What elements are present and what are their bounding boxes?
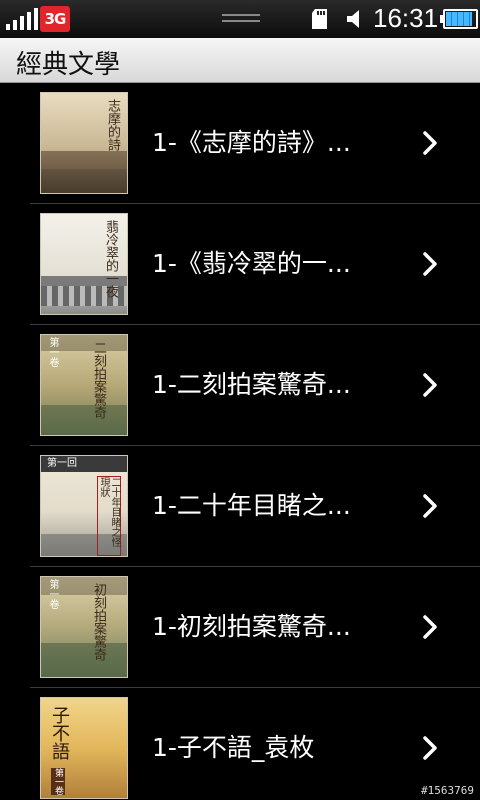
book-cover: 第一卷 初刻拍案驚奇 — [40, 576, 128, 678]
book-cover: 志摩的詩 — [40, 92, 128, 194]
chevron-right-icon[interactable] — [422, 372, 438, 398]
chevron-right-icon[interactable] — [422, 251, 438, 277]
sd-card-icon — [312, 9, 327, 29]
chevron-right-icon[interactable] — [422, 614, 438, 640]
book-title: 1-《翡冷翠的一... — [152, 249, 351, 278]
cover-text: 翡冷翠的一夜 — [103, 220, 118, 298]
cover-text: 二十年目睹之怪現狀 — [97, 476, 121, 556]
book-cover: 子不語 第一卷 — [40, 697, 128, 799]
book-title: 1-《志摩的詩》... — [152, 128, 351, 157]
chevron-right-icon[interactable] — [422, 493, 438, 519]
list-item-book-5[interactable]: 第一卷 初刻拍案驚奇 1-初刻拍案驚奇... — [0, 567, 480, 688]
book-title: 1-二十年目睹之... — [152, 491, 351, 520]
network-3g-badge: 3G — [40, 6, 70, 32]
cover-tag: 第一回 — [47, 458, 77, 469]
cover-tag: 第一卷 — [47, 337, 58, 367]
book-cover: 第一卷 二刻拍案驚奇 — [40, 334, 128, 436]
status-bar: 3G 16:31 — [0, 0, 480, 38]
notification-drag-handle[interactable] — [222, 14, 260, 26]
book-title: 1-初刻拍案驚奇... — [152, 612, 351, 641]
cover-text: 二刻拍案驚奇 — [91, 341, 106, 419]
book-title: 1-二刻拍案驚奇... — [152, 370, 351, 399]
cover-text: 初刻拍案驚奇 — [91, 583, 106, 661]
cover-text: 子不語 — [49, 706, 70, 760]
volume-icon — [347, 10, 359, 28]
list-item-book-6[interactable]: 子不語 第一卷 1-子不語_袁枚 — [0, 688, 480, 800]
chevron-right-icon[interactable] — [422, 130, 438, 156]
book-cover: 第一回 二十年目睹之怪現狀 — [40, 455, 128, 557]
chevron-right-icon[interactable] — [422, 735, 438, 761]
list-item-book-1[interactable]: 志摩的詩 1-《志摩的詩》... — [0, 83, 480, 204]
battery-icon — [440, 9, 478, 29]
signal-icon — [6, 8, 38, 30]
cover-tag: 第一卷 — [47, 579, 58, 609]
clock: 16:31 — [373, 3, 439, 33]
list-item-book-4[interactable]: 第一回 二十年目睹之怪現狀 1-二十年目睹之... — [0, 446, 480, 567]
book-list[interactable]: 志摩的詩 1-《志摩的詩》... 翡冷翠的一夜 1-《翡冷翠的一... 第一卷 … — [0, 83, 480, 800]
cover-tag: 第一卷 — [51, 768, 65, 795]
book-title: 1-子不語_袁枚 — [152, 733, 315, 762]
title-bar: 經典文學 — [0, 38, 480, 83]
list-item-book-2[interactable]: 翡冷翠的一夜 1-《翡冷翠的一... — [0, 204, 480, 325]
list-item-book-3[interactable]: 第一卷 二刻拍案驚奇 1-二刻拍案驚奇... — [0, 325, 480, 446]
book-cover: 翡冷翠的一夜 — [40, 213, 128, 315]
watermark: #1563769 — [421, 784, 474, 797]
page-title: 經典文學 — [16, 50, 121, 80]
cover-text: 志摩的詩 — [105, 99, 120, 151]
